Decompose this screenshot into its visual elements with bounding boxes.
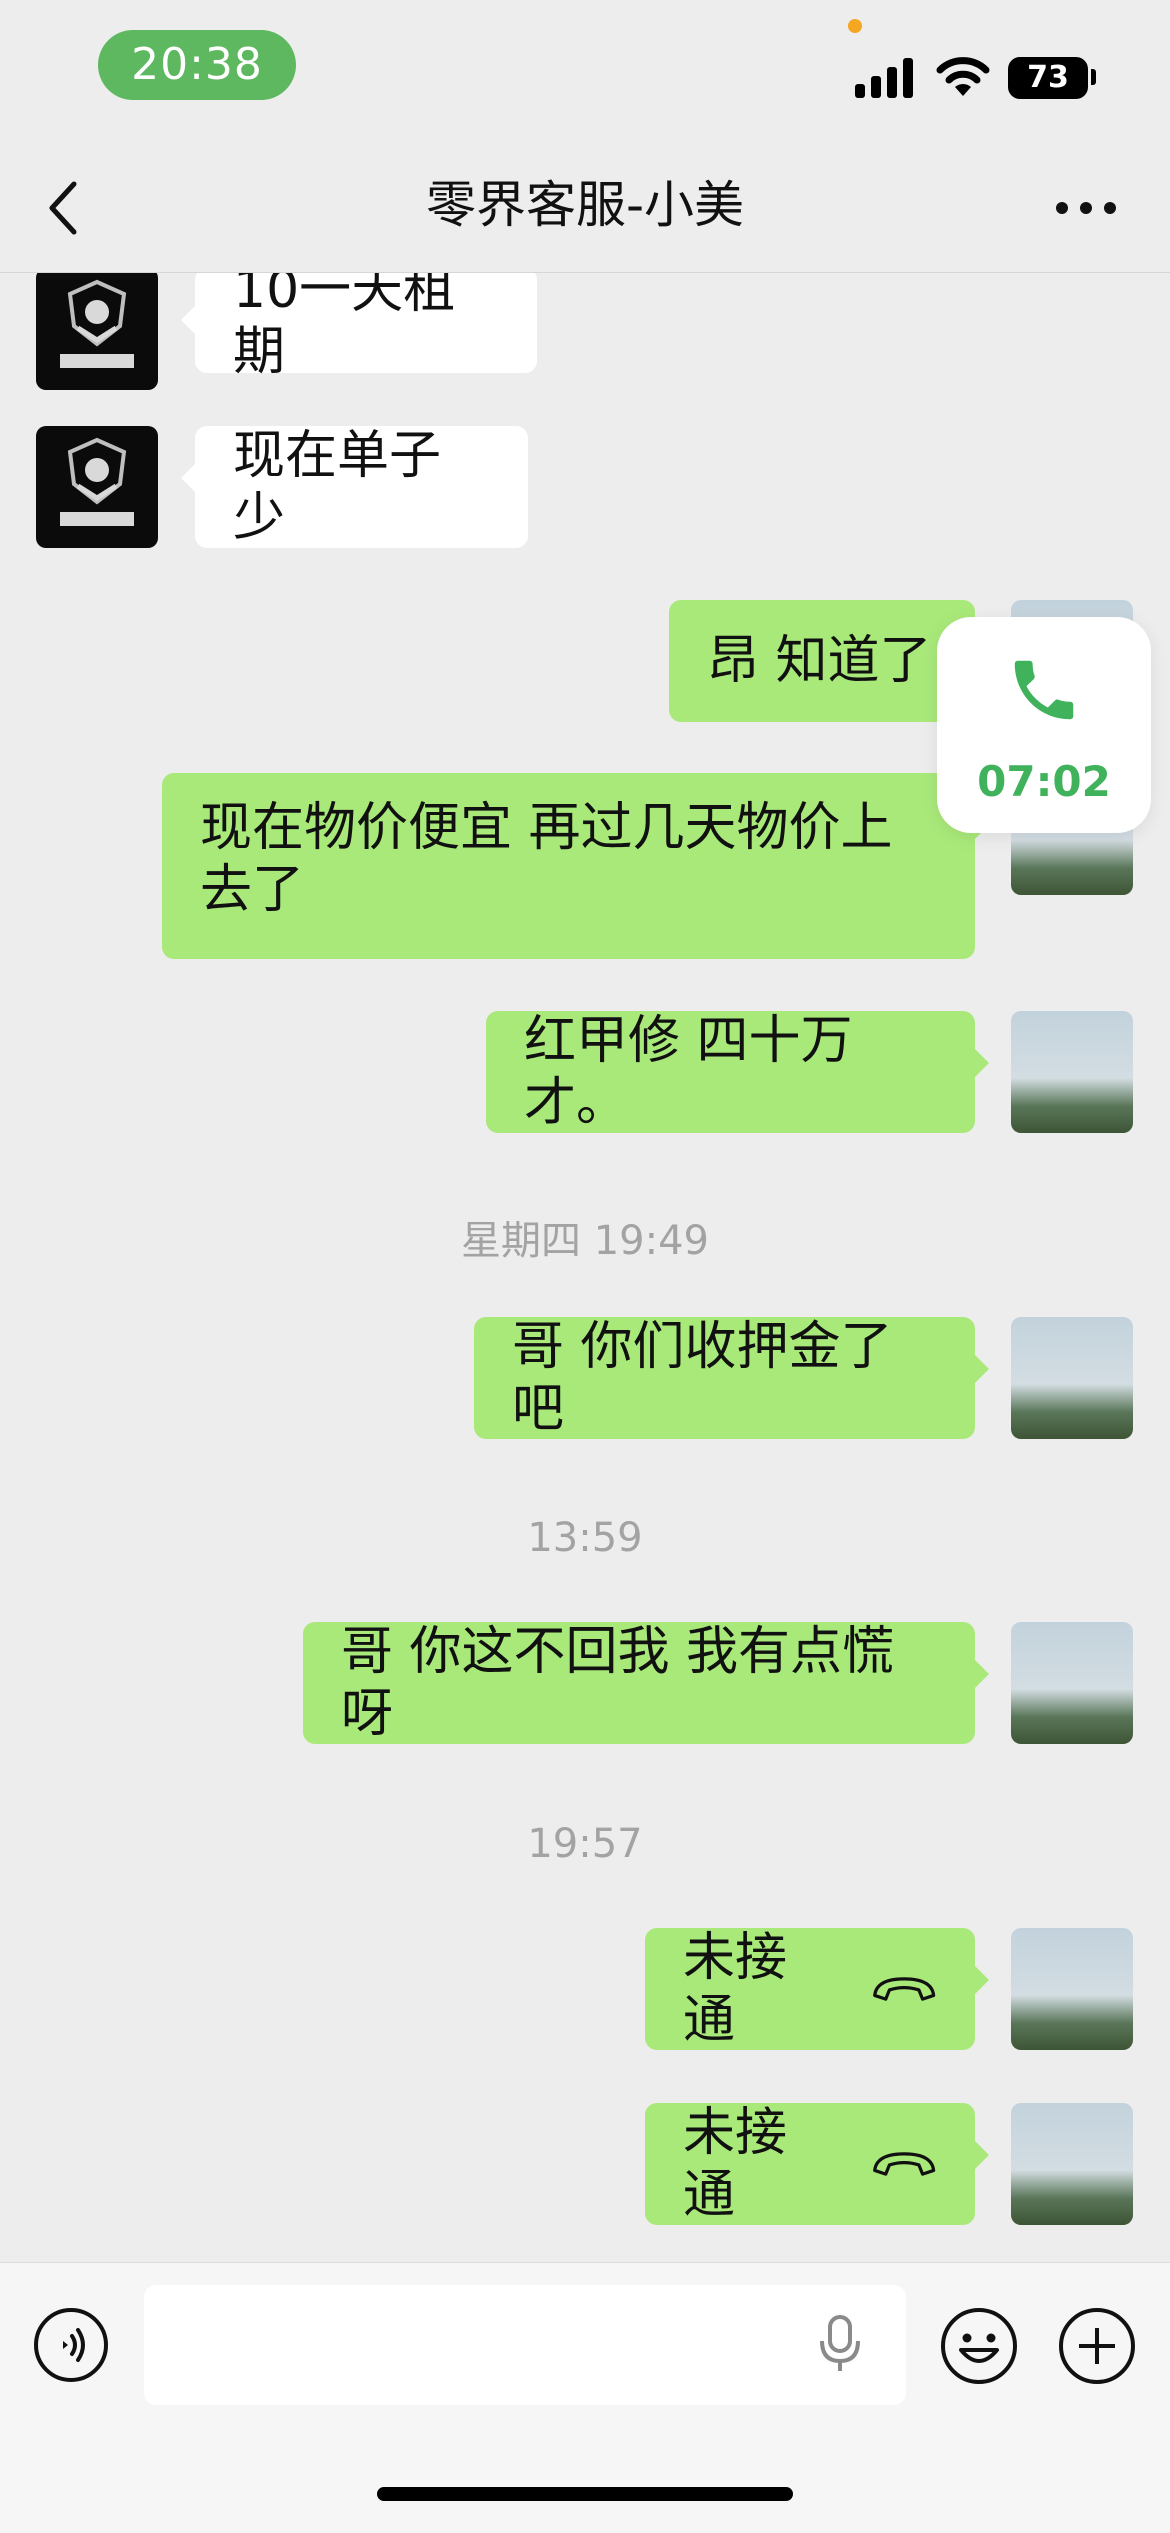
message-text: 现在物价便宜 再过几天物价上去了 — [200, 798, 893, 920]
user-avatar[interactable] — [1011, 1622, 1133, 1744]
privacy-indicator-dot — [848, 19, 862, 33]
shield-logo-icon — [60, 279, 134, 368]
call-duration: 07:02 — [977, 757, 1111, 806]
user-avatar[interactable] — [1011, 2103, 1133, 2225]
hangup-icon — [872, 1977, 935, 2001]
message-bubble-outgoing[interactable]: 现在物价便宜 再过几天物价上去了 — [162, 773, 989, 959]
shield-logo-icon — [60, 437, 134, 526]
battery-indicator: 73 — [1008, 57, 1088, 99]
message-bubble-incoming[interactable]: 10一天租期 — [181, 273, 537, 382]
timestamp: 星期四 19:49 — [461, 1218, 709, 1264]
message-bubble-outgoing[interactable]: 哥 你们收押金了吧 — [474, 1317, 989, 1439]
message-bubble-outgoing[interactable]: 哥 你这不回我 我有点慌呀 — [303, 1622, 989, 1744]
status-bar: 20:38 73 — [0, 0, 1170, 140]
emoji-icon[interactable] — [939, 2306, 1019, 2386]
hangup-icon — [872, 2152, 935, 2176]
message-text: 昂 知道了 — [707, 631, 932, 691]
message-text: 10一天租期 — [233, 273, 456, 382]
message-text: 未接通 — [683, 2103, 788, 2225]
cellular-signal-icon — [855, 56, 915, 98]
missed-call-bubble[interactable]: 未接通 — [645, 1928, 989, 2050]
phone-icon — [1014, 660, 1074, 720]
message-bubble-incoming[interactable]: 现在单子少 — [181, 426, 528, 548]
status-time: 20:38 — [98, 30, 296, 100]
plus-icon[interactable] — [1057, 2306, 1137, 2386]
message-text: 现在单子少 — [233, 426, 442, 548]
message-text: 哥 你们收押金了吧 — [512, 1317, 893, 1439]
message-text: 未接通 — [683, 1928, 788, 2050]
message-bubble-outgoing[interactable]: 昂 知道了 — [669, 600, 989, 722]
chat-title: 零界客服-小美 — [425, 176, 745, 234]
home-indicator[interactable] — [377, 2487, 793, 2501]
missed-call-bubble[interactable]: 未接通 — [645, 2103, 989, 2225]
microphone-icon[interactable] — [818, 2313, 862, 2375]
chat-header: 零界客服-小美 — [0, 140, 1170, 273]
voice-wave-icon — [63, 2328, 85, 2362]
timestamp: 19:57 — [527, 1821, 643, 1867]
message-list[interactable]: 10一天租期 现在单子少 昂 知道了 现在物价便宜 再过几天物价上去了 红甲修 … — [0, 273, 1170, 2261]
battery-cap — [1091, 69, 1096, 85]
contact-avatar[interactable] — [36, 426, 158, 548]
user-avatar[interactable] — [1011, 1011, 1133, 1133]
contact-avatar[interactable] — [36, 273, 158, 390]
message-text: 哥 你这不回我 我有点慌呀 — [341, 1622, 895, 1744]
voice-icon[interactable] — [34, 2308, 108, 2382]
timestamp: 13:59 — [527, 1515, 643, 1561]
user-avatar[interactable] — [1011, 1928, 1133, 2050]
call-floating-window[interactable]: 07:02 — [937, 617, 1151, 833]
more-icon[interactable] — [1050, 192, 1122, 222]
message-bubble-outgoing[interactable]: 红甲修 四十万才。 — [486, 1011, 989, 1133]
user-avatar[interactable] — [1011, 1317, 1133, 1439]
message-text: 红甲修 四十万才。 — [524, 1011, 853, 1133]
wifi-icon — [936, 57, 990, 96]
message-input[interactable] — [144, 2285, 906, 2405]
